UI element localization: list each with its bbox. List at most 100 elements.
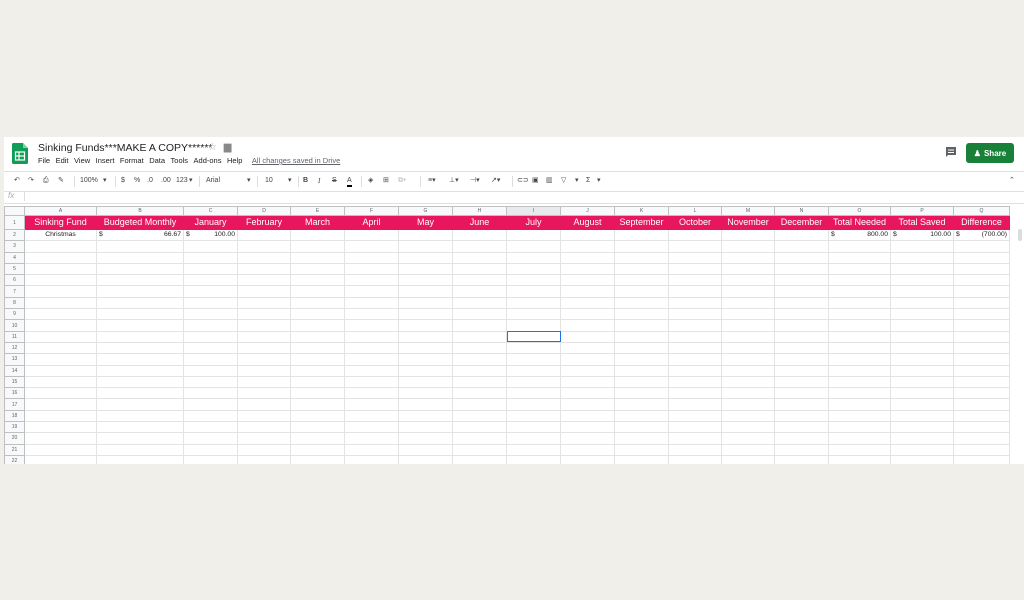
cell[interactable] bbox=[398, 409, 453, 423]
cell[interactable] bbox=[506, 375, 561, 389]
cell[interactable] bbox=[24, 240, 97, 253]
cell[interactable] bbox=[237, 240, 291, 253]
cell[interactable] bbox=[290, 364, 345, 377]
cell[interactable] bbox=[774, 353, 829, 366]
cell[interactable] bbox=[506, 319, 561, 332]
cell[interactable] bbox=[560, 296, 615, 310]
cell[interactable] bbox=[560, 330, 615, 343]
cell[interactable] bbox=[668, 308, 722, 321]
cell[interactable] bbox=[890, 432, 954, 445]
row-number[interactable]: 3 bbox=[4, 240, 25, 253]
cell[interactable] bbox=[774, 432, 829, 445]
text-rotation-icon[interactable]: ↗▾ bbox=[491, 175, 500, 187]
cell[interactable]: Total Needed bbox=[828, 215, 891, 230]
cell[interactable] bbox=[506, 443, 561, 456]
cell[interactable] bbox=[828, 443, 891, 456]
cell[interactable] bbox=[24, 262, 97, 276]
cell[interactable] bbox=[290, 432, 345, 445]
cell[interactable] bbox=[183, 341, 238, 355]
cell[interactable] bbox=[452, 409, 507, 423]
column-header[interactable]: G bbox=[398, 206, 453, 216]
cell[interactable] bbox=[721, 251, 775, 264]
cell[interactable] bbox=[774, 421, 829, 434]
cell[interactable] bbox=[953, 296, 1010, 310]
cell[interactable] bbox=[398, 274, 453, 287]
cell[interactable] bbox=[828, 421, 891, 434]
cell[interactable]: July bbox=[506, 215, 561, 230]
cell[interactable] bbox=[96, 398, 184, 411]
cell[interactable] bbox=[721, 240, 775, 253]
cell[interactable] bbox=[721, 262, 775, 276]
cell[interactable]: $100.00 bbox=[890, 228, 954, 242]
cell[interactable] bbox=[828, 364, 891, 377]
cell[interactable] bbox=[828, 387, 891, 400]
cell[interactable] bbox=[560, 364, 615, 377]
cell[interactable] bbox=[890, 274, 954, 287]
column-header[interactable]: B bbox=[96, 206, 184, 216]
column-header[interactable]: O bbox=[828, 206, 891, 216]
cell[interactable] bbox=[398, 432, 453, 445]
column-header[interactable]: L bbox=[668, 206, 722, 216]
cell[interactable] bbox=[398, 387, 453, 400]
cell[interactable] bbox=[614, 421, 669, 434]
cell[interactable] bbox=[344, 443, 399, 456]
cell[interactable] bbox=[24, 421, 97, 434]
cell[interactable] bbox=[237, 421, 291, 434]
merge-cells-icon[interactable]: ⧉▾ bbox=[398, 175, 406, 187]
cell[interactable] bbox=[344, 375, 399, 389]
cell[interactable]: April bbox=[344, 215, 399, 230]
cell[interactable] bbox=[828, 330, 891, 343]
cell[interactable] bbox=[398, 421, 453, 434]
cell[interactable] bbox=[398, 364, 453, 377]
cell[interactable] bbox=[24, 443, 97, 456]
cell[interactable] bbox=[344, 364, 399, 377]
row-number[interactable]: 2 bbox=[4, 228, 25, 242]
cell[interactable] bbox=[506, 409, 561, 423]
cell[interactable] bbox=[398, 262, 453, 276]
cell[interactable] bbox=[506, 341, 561, 355]
cell[interactable]: Sinking Fund bbox=[24, 215, 97, 230]
print-icon[interactable]: ⎙ bbox=[43, 175, 49, 187]
cell[interactable] bbox=[24, 308, 97, 321]
cell[interactable] bbox=[953, 409, 1010, 423]
cell[interactable] bbox=[290, 398, 345, 411]
cell[interactable] bbox=[344, 432, 399, 445]
cell[interactable] bbox=[560, 319, 615, 332]
column-header[interactable]: F bbox=[344, 206, 399, 216]
cell[interactable] bbox=[344, 319, 399, 332]
cell[interactable] bbox=[774, 341, 829, 355]
cell[interactable] bbox=[24, 375, 97, 389]
cell[interactable] bbox=[668, 443, 722, 456]
cell[interactable] bbox=[183, 262, 238, 276]
cell[interactable]: Budgeted Monthly bbox=[96, 215, 184, 230]
chevron-down-icon[interactable]: ▾ bbox=[288, 175, 292, 187]
column-header[interactable]: M bbox=[721, 206, 775, 216]
cell[interactable] bbox=[96, 375, 184, 389]
cell[interactable] bbox=[560, 375, 615, 389]
cell[interactable] bbox=[614, 409, 669, 423]
cell[interactable] bbox=[452, 398, 507, 411]
star-icon[interactable]: ☆ bbox=[208, 142, 217, 153]
cell[interactable] bbox=[890, 341, 954, 355]
cell[interactable] bbox=[344, 454, 399, 464]
cell[interactable] bbox=[24, 296, 97, 310]
cell[interactable] bbox=[452, 262, 507, 276]
cell[interactable]: Christmas bbox=[24, 228, 97, 242]
cell[interactable] bbox=[290, 262, 345, 276]
row-number[interactable]: 18 bbox=[4, 409, 25, 423]
cell[interactable] bbox=[890, 454, 954, 464]
cell[interactable] bbox=[24, 330, 97, 343]
cell[interactable] bbox=[890, 240, 954, 253]
cell[interactable] bbox=[96, 454, 184, 464]
bold-icon[interactable]: B bbox=[303, 175, 308, 187]
cell[interactable] bbox=[183, 443, 238, 456]
cell[interactable] bbox=[183, 330, 238, 343]
column-header[interactable]: C bbox=[183, 206, 238, 216]
cell[interactable] bbox=[614, 274, 669, 287]
cell[interactable] bbox=[237, 454, 291, 464]
cell[interactable] bbox=[96, 262, 184, 276]
cell[interactable] bbox=[96, 330, 184, 343]
cell[interactable] bbox=[890, 296, 954, 310]
cell[interactable] bbox=[506, 285, 561, 298]
cell[interactable] bbox=[828, 262, 891, 276]
